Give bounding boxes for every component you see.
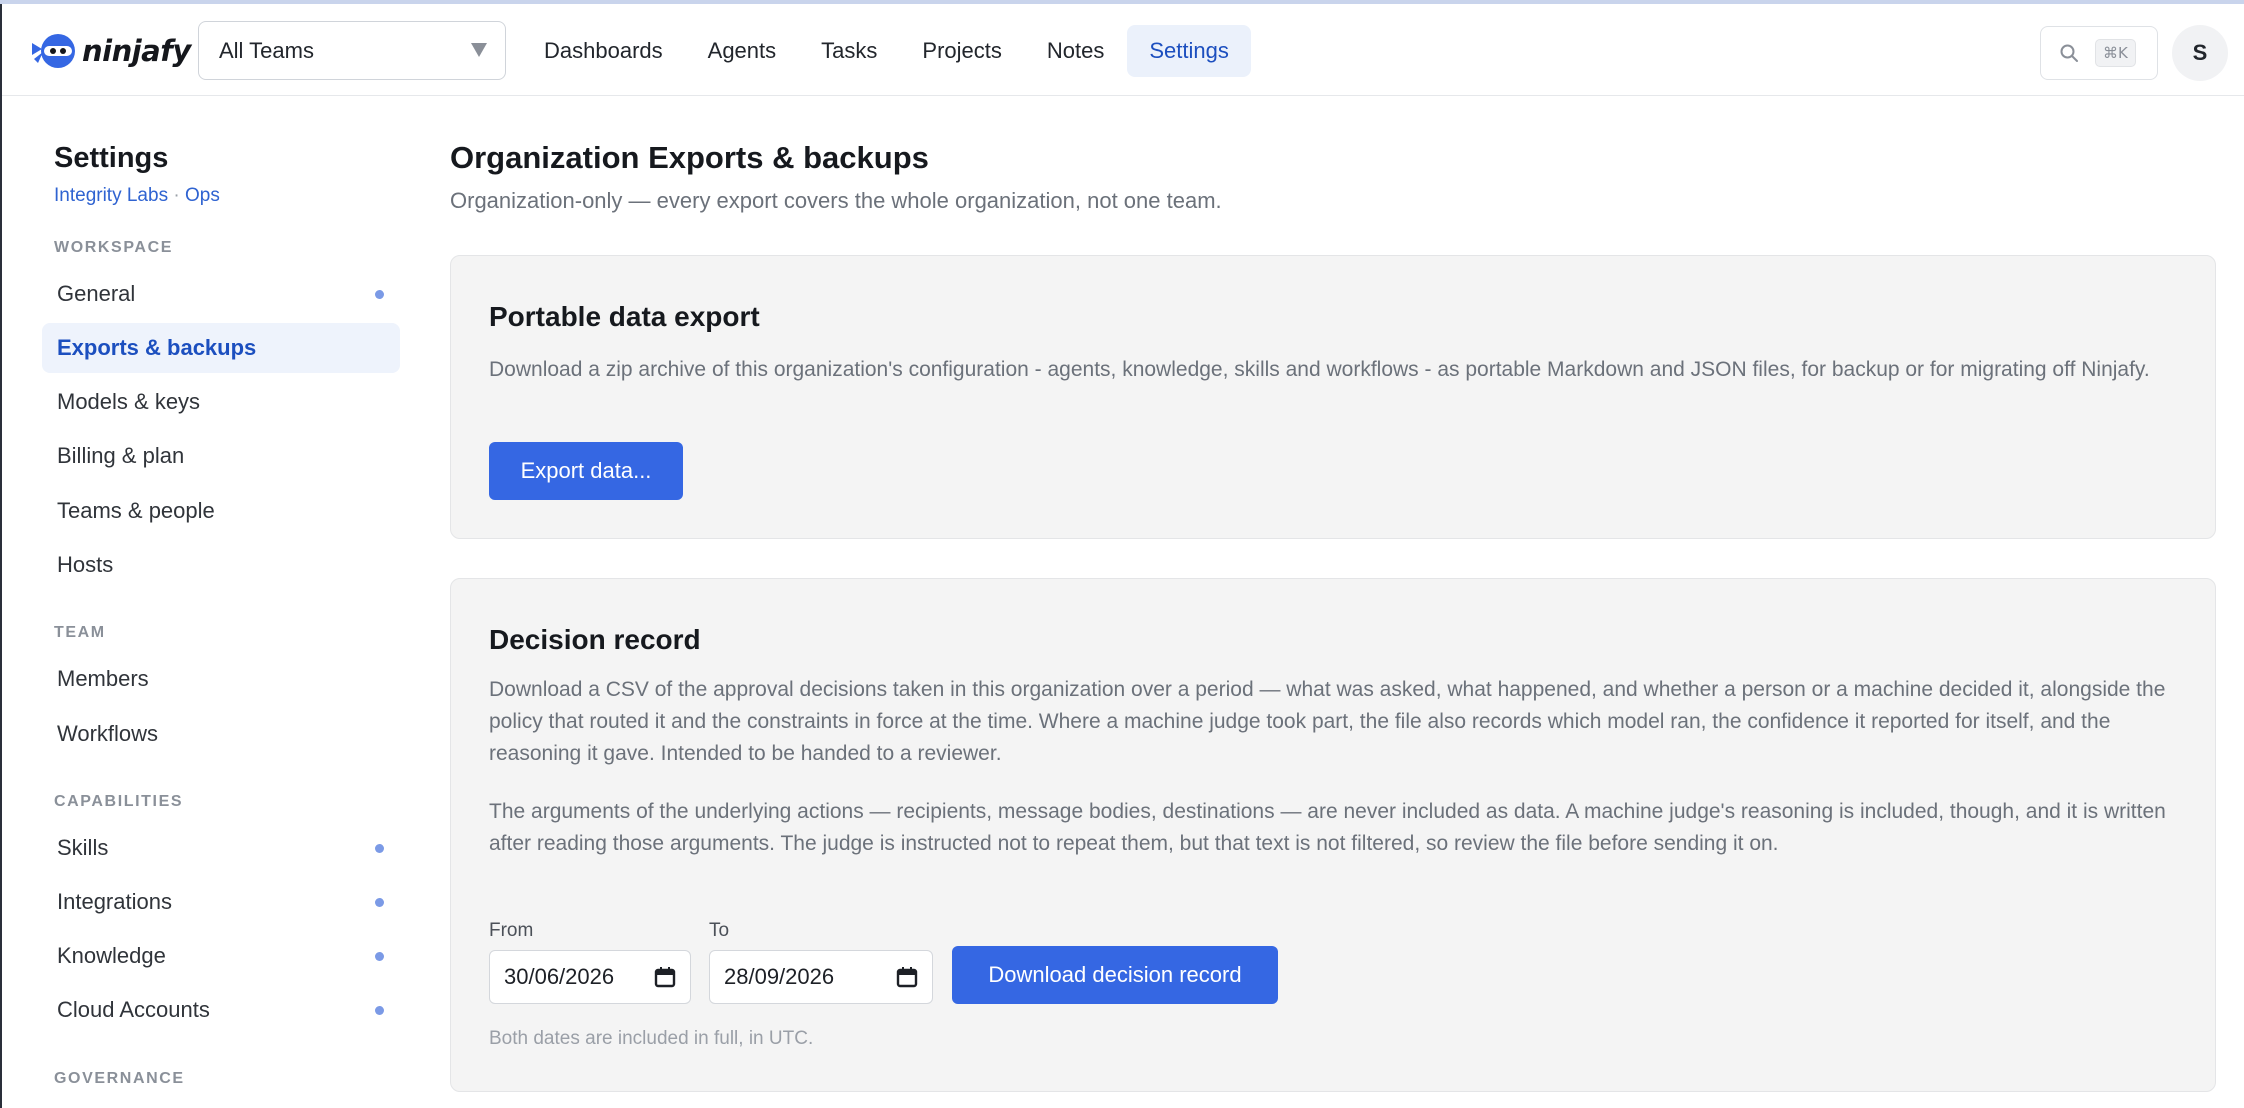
sidebar-item-label: Teams & people bbox=[57, 498, 215, 523]
from-date-value: 30/06/2026 bbox=[504, 964, 615, 989]
status-dot bbox=[375, 290, 384, 299]
sidebar-item-label: Models & keys bbox=[57, 389, 201, 414]
section-team: TEAM bbox=[54, 624, 106, 641]
top-header: ninjafy All Teams Dashboards Agents Task… bbox=[2, 4, 2244, 96]
sidebar-item-members[interactable]: Members bbox=[42, 654, 400, 704]
org-link[interactable]: Integrity Labs bbox=[54, 185, 168, 206]
decision-record-card: Decision record Download a CSV of the ap… bbox=[450, 578, 2216, 1092]
download-decision-record-button[interactable]: Download decision record bbox=[952, 946, 1278, 1004]
team-link[interactable]: Ops bbox=[185, 185, 220, 206]
team-select[interactable]: All Teams bbox=[198, 21, 506, 80]
date-range-hint: Both dates are included in full, in UTC. bbox=[489, 1028, 814, 1049]
sidebar-item-label: General bbox=[57, 281, 136, 306]
ninja-logo-icon bbox=[32, 34, 75, 68]
nav-projects[interactable]: Projects bbox=[900, 25, 1023, 77]
section-governance: GOVERNANCE bbox=[54, 1070, 185, 1087]
sidebar-item-models-keys[interactable]: Models & keys bbox=[42, 377, 400, 427]
sidebar-item-label: Hosts bbox=[57, 552, 114, 577]
status-dot bbox=[375, 1006, 384, 1015]
decision-card-title: Decision record bbox=[489, 624, 701, 655]
context-separator: · bbox=[173, 185, 180, 206]
sidebar-item-label: Cloud Accounts bbox=[57, 997, 210, 1022]
sidebar-item-label: Members bbox=[57, 666, 149, 691]
sidebar-item-label: Billing & plan bbox=[57, 443, 185, 468]
sidebar-item-teams-people[interactable]: Teams & people bbox=[42, 486, 400, 536]
sidebar-item-exports-backups[interactable]: Exports & backups bbox=[42, 323, 400, 373]
export-data-button[interactable]: Export data... bbox=[489, 442, 683, 500]
sidebar-item-workflows[interactable]: Workflows bbox=[42, 709, 400, 759]
to-label: To bbox=[709, 920, 730, 941]
search-shortcut: ⌘K bbox=[2095, 39, 2136, 67]
sidebar-item-integrations[interactable]: Integrations bbox=[42, 877, 400, 927]
calendar-icon[interactable] bbox=[654, 966, 676, 988]
calendar-icon[interactable] bbox=[896, 966, 918, 988]
settings-sidebar: Settings Integrity Labs · Ops WORKSPACE … bbox=[2, 97, 412, 1108]
status-dot bbox=[375, 898, 384, 907]
logo-text: ninjafy bbox=[82, 34, 191, 68]
from-date-input[interactable]: 30/06/2026 bbox=[489, 950, 691, 1004]
sidebar-item-label: Integrations bbox=[57, 889, 172, 914]
decision-card-paragraph-1: Download a CSV of the approval decisions… bbox=[489, 678, 2166, 765]
nav-agents[interactable]: Agents bbox=[686, 25, 799, 77]
nav-tasks[interactable]: Tasks bbox=[799, 25, 899, 77]
team-select-value: All Teams bbox=[219, 37, 314, 63]
status-dot bbox=[375, 952, 384, 961]
sidebar-item-general[interactable]: General bbox=[42, 269, 400, 319]
main-nav: Dashboards Agents Tasks Projects Notes S… bbox=[522, 25, 1252, 77]
to-date-value: 28/09/2026 bbox=[724, 964, 835, 989]
page-subtitle: Organization-only — every export covers … bbox=[450, 188, 1222, 213]
from-label: From bbox=[489, 920, 534, 941]
sidebar-item-skills[interactable]: Skills bbox=[42, 823, 400, 873]
nav-settings[interactable]: Settings bbox=[1127, 25, 1251, 77]
sidebar-item-hosts[interactable]: Hosts bbox=[42, 540, 400, 590]
sidebar-item-cloud-accounts[interactable]: Cloud Accounts bbox=[42, 985, 400, 1035]
export-card-description: Download a zip archive of this organizat… bbox=[489, 358, 2150, 381]
sidebar-item-knowledge[interactable]: Knowledge bbox=[42, 931, 400, 981]
logo[interactable]: ninjafy bbox=[30, 31, 191, 71]
export-card-title: Portable data export bbox=[489, 301, 760, 332]
sidebar-item-label: Exports & backups bbox=[57, 335, 257, 360]
avatar[interactable]: S bbox=[2172, 25, 2228, 81]
section-workspace: WORKSPACE bbox=[54, 239, 173, 256]
page-title: Organization Exports & backups bbox=[450, 140, 929, 175]
sidebar-title: Settings bbox=[54, 142, 169, 174]
to-date-input[interactable]: 28/09/2026 bbox=[709, 950, 933, 1004]
sidebar-item-label: Knowledge bbox=[57, 943, 166, 968]
sidebar-item-label: Workflows bbox=[57, 721, 159, 746]
section-capabilities: CAPABILITIES bbox=[54, 793, 184, 810]
chevron-down-icon bbox=[471, 43, 487, 57]
search-button[interactable]: ⌘K bbox=[2040, 26, 2158, 80]
sidebar-item-label: Skills bbox=[57, 835, 109, 860]
nav-notes[interactable]: Notes bbox=[1025, 25, 1126, 77]
search-icon bbox=[2060, 44, 2078, 62]
portable-export-card: Portable data export Download a zip arch… bbox=[450, 255, 2216, 539]
sidebar-context: Integrity Labs · Ops bbox=[54, 185, 220, 207]
nav-dashboards[interactable]: Dashboards bbox=[522, 25, 685, 77]
decision-card-paragraph-2: The arguments of the underlying actions … bbox=[489, 800, 2166, 855]
status-dot bbox=[375, 844, 384, 853]
sidebar-item-billing-plan[interactable]: Billing & plan bbox=[42, 431, 400, 481]
